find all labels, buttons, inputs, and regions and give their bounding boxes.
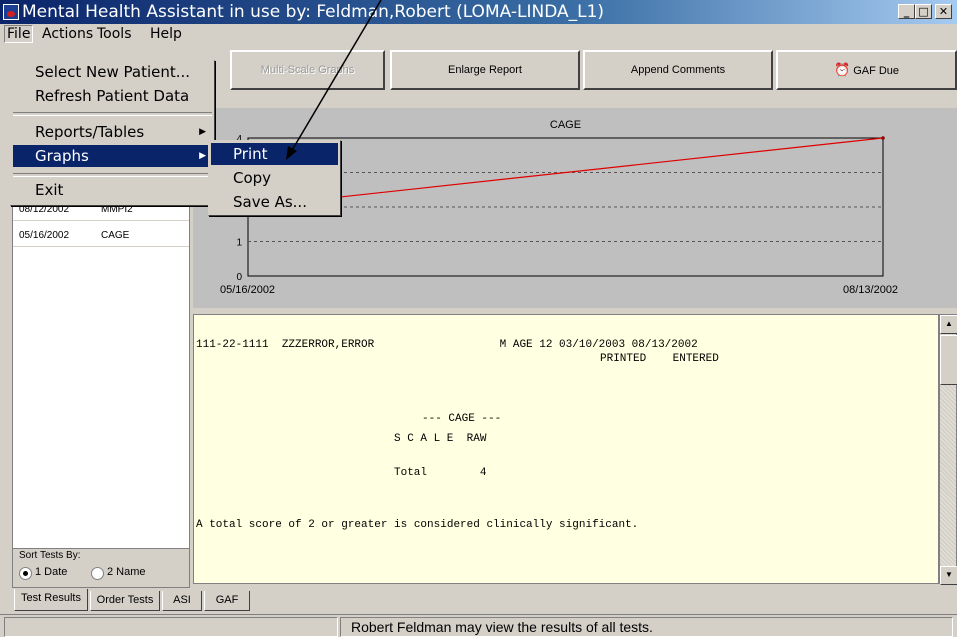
annotation-arrow (286, 0, 382, 160)
